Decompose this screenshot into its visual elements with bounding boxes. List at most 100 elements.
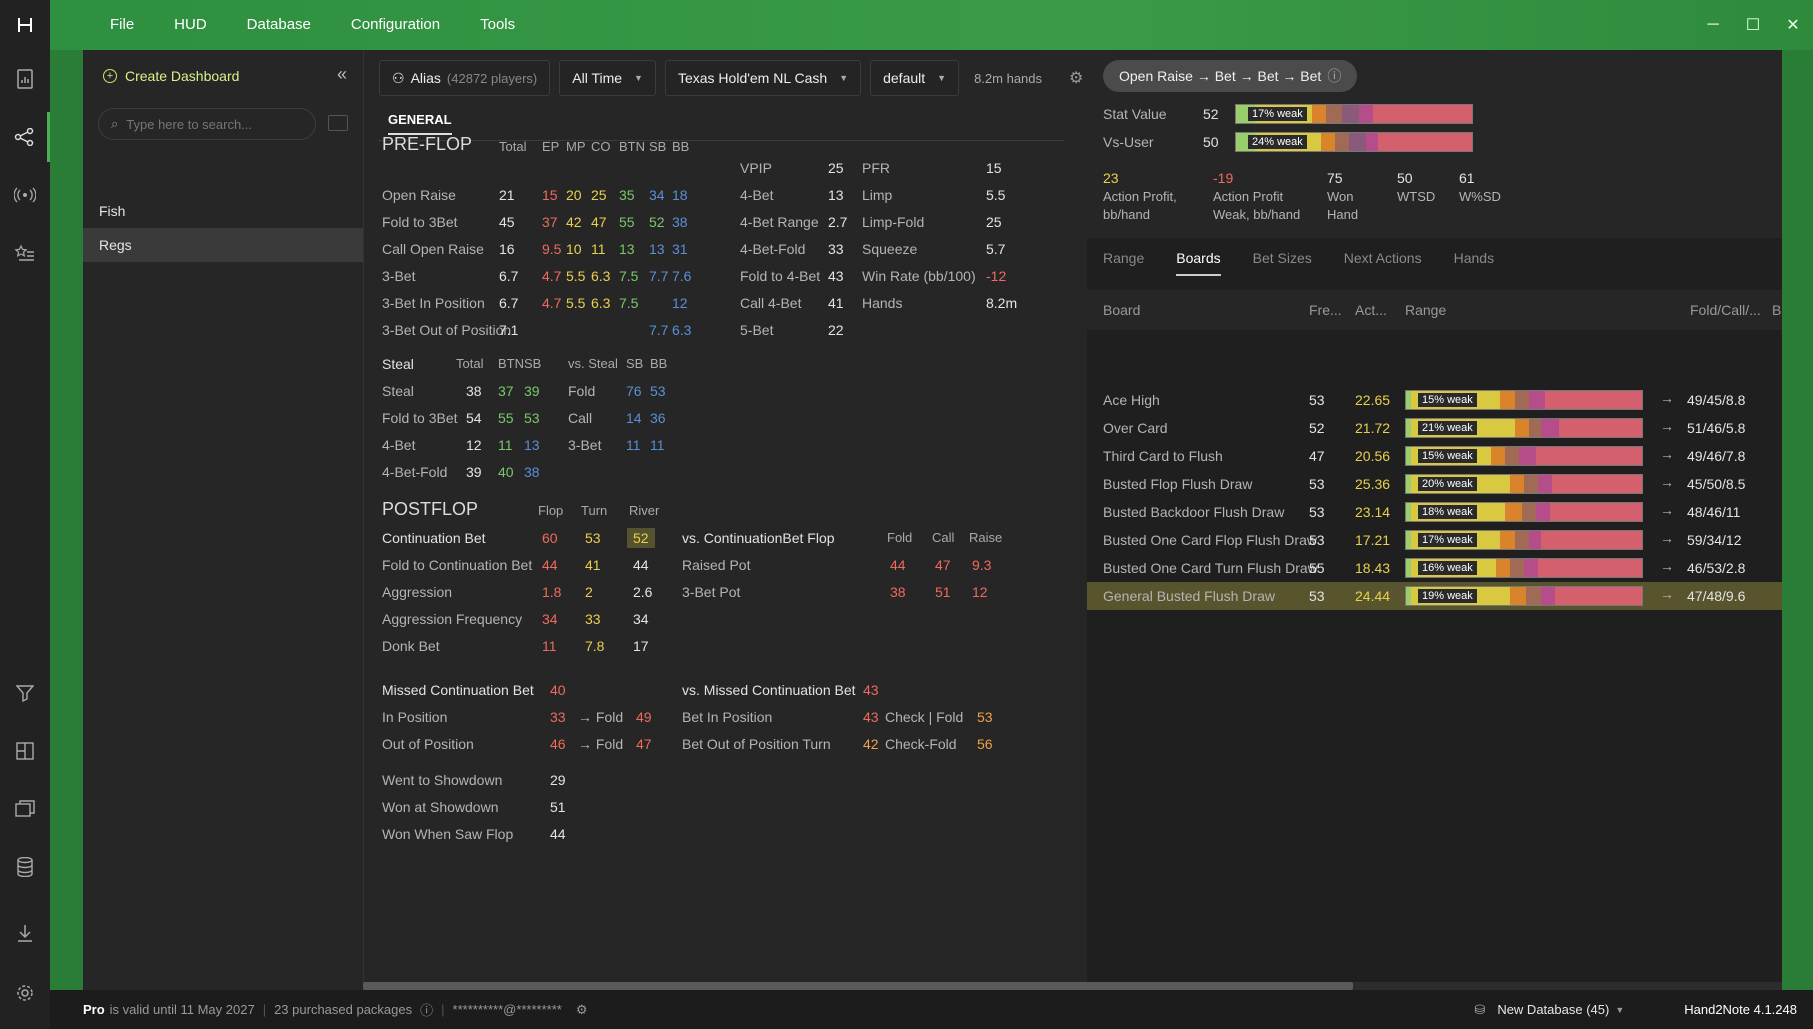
preflop-stat-value[interactable]: 15 — [542, 187, 558, 203]
board-row[interactable]: Busted One Card Flop Flush Draw 53 17.21 17… — [1087, 526, 1782, 554]
menu-tools[interactable]: Tools — [460, 0, 535, 50]
scrollbar-thumb[interactable] — [363, 982, 1353, 990]
summary-stat-value[interactable]: 50 — [1397, 170, 1413, 186]
vs-cbet-col-header[interactable]: Fold — [887, 530, 912, 545]
preflop-stat-value[interactable]: 7.7 — [649, 322, 668, 338]
vs-steal-stat-value[interactable]: 11 — [626, 437, 641, 453]
minimize-icon[interactable]: ─ — [1693, 0, 1733, 50]
action-path-pill[interactable]: Open Raise → Bet → Bet → Bet ⓘ — [1103, 60, 1358, 92]
preflop-stat-value[interactable]: 21 — [499, 187, 515, 203]
steal-stat-value[interactable]: 38 — [466, 383, 482, 399]
steal-stat-value[interactable]: 11 — [498, 437, 513, 453]
game-dropdown[interactable]: Texas Hold'em NL Cash ▼ — [664, 60, 862, 96]
preflop-stat-value[interactable]: 5.7 — [986, 241, 1005, 257]
close-icon[interactable]: ✕ — [1773, 0, 1813, 50]
postflop-stat-value[interactable]: 11 — [542, 638, 557, 654]
preflop-stat-value[interactable]: 12 — [672, 295, 688, 311]
arrow-right-icon[interactable]: → — [1660, 390, 1674, 406]
preflop-stat-value[interactable]: 13 — [649, 241, 665, 257]
preflop-stat-label[interactable]: Win Rate (bb/100) — [862, 268, 976, 284]
star-list-icon[interactable] — [0, 228, 50, 278]
preflop-stat-label[interactable]: 4-Bet-Fold — [740, 241, 805, 257]
vs-steal-stat-label[interactable]: Fold — [568, 383, 595, 399]
vs-missed-cbet-value[interactable]: 43 — [863, 682, 879, 698]
vs-steal-col-header[interactable]: SB — [626, 356, 643, 371]
missed-cbet-stat-label[interactable]: In Position — [382, 709, 447, 725]
app-logo-icon[interactable] — [0, 0, 50, 50]
vs-cbet-stat-value[interactable]: 51 — [935, 584, 951, 600]
reports-icon[interactable] — [0, 54, 50, 104]
vs-cbet-col-header[interactable]: Call — [932, 530, 954, 545]
vs-cbet-stat-value[interactable]: 12 — [972, 584, 988, 600]
preflop-stat-value[interactable]: 45 — [499, 214, 515, 230]
profile-dropdown[interactable]: default ▼ — [870, 60, 960, 96]
steal-stat-label[interactable]: Steal — [382, 383, 414, 399]
missed-cbet-fold-value[interactable]: 49 — [636, 709, 652, 725]
preflop-stat-value[interactable]: 20 — [566, 187, 582, 203]
layout-icon[interactable] — [0, 726, 50, 776]
preflop-stat-value[interactable]: -12 — [986, 268, 1006, 284]
preflop-stat-value[interactable]: 47 — [591, 214, 607, 230]
broadcast-icon[interactable] — [0, 170, 50, 220]
preflop-stat-value[interactable]: 33 — [828, 241, 844, 257]
chevron-down-icon[interactable]: ▼ — [1615, 1005, 1624, 1015]
summary-stat-value[interactable]: 23 — [1103, 170, 1119, 186]
postflop-stat-label[interactable]: Donk Bet — [382, 638, 440, 654]
postflop-stat-value[interactable]: 1.8 — [542, 584, 561, 600]
preflop-stat-label[interactable]: Fold to 3Bet — [382, 214, 458, 230]
menu-configuration[interactable]: Configuration — [331, 0, 460, 50]
arrow-right-icon[interactable]: → — [1660, 474, 1674, 490]
vs-steal-col-header[interactable]: BB — [650, 356, 667, 371]
preflop-stat-label[interactable]: 4-Bet Range — [740, 214, 819, 230]
preflop-stat-value[interactable]: 6.3 — [591, 268, 610, 284]
horizontal-scrollbar[interactable] — [363, 982, 1782, 990]
vs-cbet-stat-value[interactable]: 47 — [935, 557, 951, 573]
board-row[interactable]: Ace High 53 22.65 15% weak → 49/45/8.8 — [1087, 386, 1782, 414]
preflop-stat-value[interactable]: 37 — [542, 214, 558, 230]
preflop-stat-value[interactable]: 7.6 — [672, 268, 691, 284]
summary-stat-value[interactable]: -19 — [1213, 170, 1233, 186]
postflop-stat-label[interactable]: Aggression — [382, 584, 452, 600]
arrow-right-icon[interactable]: → — [1660, 586, 1674, 602]
vs-cbet-stat-value[interactable]: 44 — [890, 557, 906, 573]
preflop-stat-value[interactable]: 55 — [619, 214, 635, 230]
vs-missed-stat-label[interactable]: Bet Out of Position Turn — [682, 736, 831, 752]
preflop-stat-value[interactable]: 22 — [828, 322, 844, 338]
gear-icon[interactable]: ⚙ — [1069, 68, 1083, 88]
preflop-stat-value[interactable]: 2.7 — [828, 214, 847, 230]
gear-icon[interactable]: ⚙ — [576, 1002, 588, 1018]
preflop-stat-value[interactable]: 6.7 — [499, 295, 518, 311]
vs-steal-stat-label[interactable]: 3-Bet — [568, 437, 601, 453]
board-row[interactable]: Busted One Card Turn Flush Draw 55 18.43 16… — [1087, 554, 1782, 582]
preflop-stat-value[interactable]: 10 — [566, 241, 582, 257]
postflop-stat-value[interactable]: 2 — [585, 584, 593, 600]
tab-bet-sizes[interactable]: Bet Sizes — [1253, 250, 1312, 276]
col-range[interactable]: Range — [1405, 302, 1446, 318]
postflop-stat-value[interactable]: 17 — [633, 638, 649, 654]
preflop-stat-value[interactable]: 6.3 — [591, 295, 610, 311]
postflop-stat-value[interactable]: 34 — [542, 611, 558, 627]
col-b[interactable]: B — [1772, 302, 1781, 318]
steal-stat-value[interactable]: 39 — [524, 383, 540, 399]
preflop-stat-value[interactable]: 52 — [649, 214, 665, 230]
postflop-stat-value[interactable]: 44 — [542, 557, 558, 573]
preflop-stat-value[interactable]: 7.7 — [649, 268, 668, 284]
postflop-col-header[interactable]: Flop — [538, 503, 563, 518]
alias-selector[interactable]: ⚇ Alias (42872 players) — [379, 60, 551, 96]
preflop-stat-value[interactable]: 7.1 — [499, 322, 518, 338]
preflop-stat-label[interactable]: Limp — [862, 187, 892, 203]
postflop-col-header[interactable]: River — [629, 503, 659, 518]
showdown-stat-label[interactable]: Went to Showdown — [382, 772, 502, 788]
tab-boards[interactable]: Boards — [1176, 250, 1221, 276]
postflop-stat-label[interactable]: Aggression Frequency — [382, 611, 522, 627]
vs-steal-stat-value[interactable]: 53 — [650, 383, 666, 399]
preflop-stat-value[interactable]: 31 — [672, 241, 688, 257]
preflop-col-header[interactable]: CO — [591, 139, 611, 154]
add-folder-icon[interactable] — [328, 115, 348, 131]
settings-gear-icon[interactable] — [0, 968, 50, 1018]
preflop-stat-value[interactable]: 43 — [828, 268, 844, 284]
preflop-stat-value[interactable]: 25 — [591, 187, 607, 203]
missed-cbet-fold-value[interactable]: 47 — [636, 736, 652, 752]
preflop-stat-value[interactable]: 25 — [828, 160, 844, 176]
vs-cbet-stat-label[interactable]: Raised Pot — [682, 557, 750, 573]
